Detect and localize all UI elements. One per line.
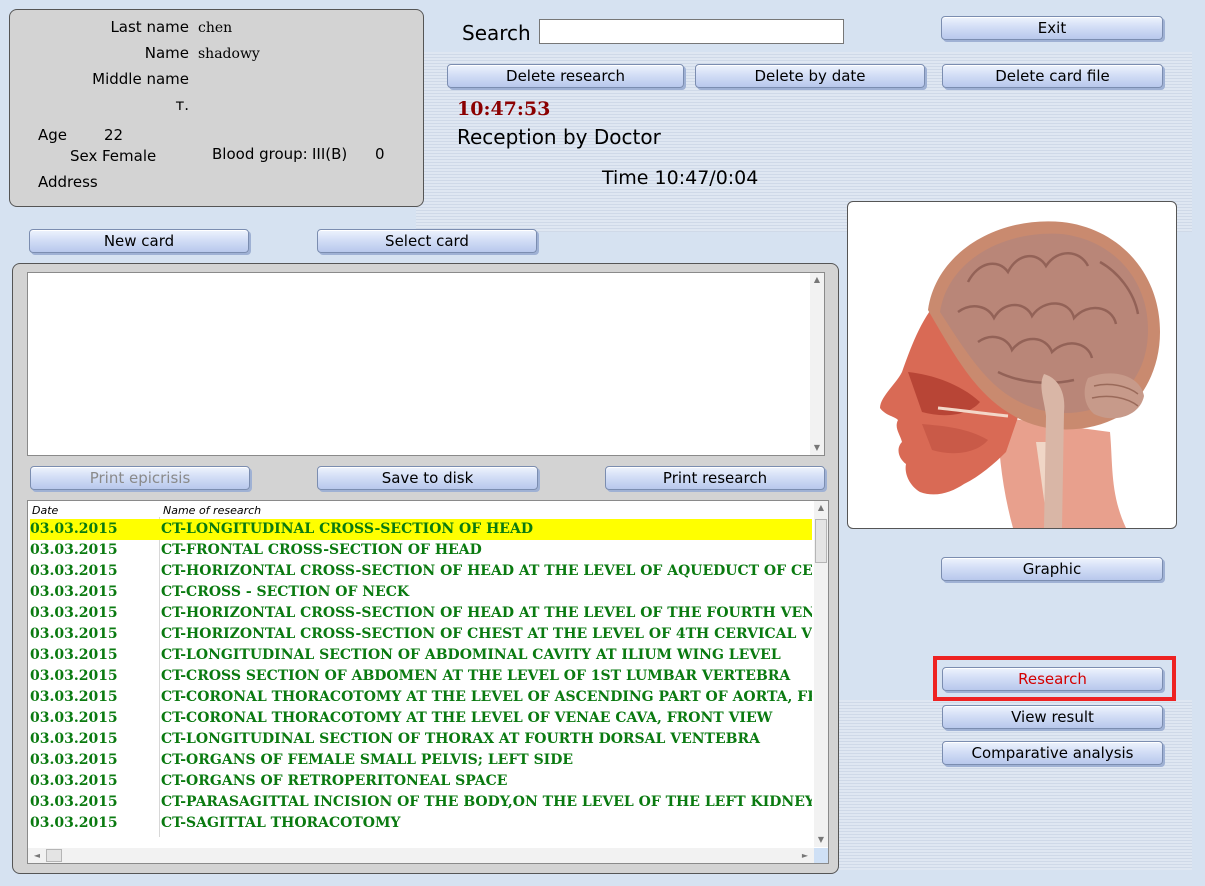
phone-label: т.	[175, 96, 189, 114]
row-date: 03.03.2015	[30, 563, 118, 579]
row-research-name: CT-SAGITTAL THORACOTOMY	[161, 815, 401, 831]
row-date: 03.03.2015	[30, 773, 118, 789]
row-research-name: CT-LONGITUDINAL CROSS-SECTION OF HEAD	[161, 521, 533, 537]
list-horizontal-scrollbar[interactable]: ◄ ►	[28, 848, 814, 863]
research-button[interactable]: Research	[942, 667, 1163, 691]
row-date: 03.03.2015	[30, 584, 118, 600]
table-row[interactable]: 03.03.2015 CT-LONGITUDINAL SECTION OF ABD…	[30, 645, 812, 666]
list-scroll-right-icon[interactable]: ►	[798, 849, 812, 863]
row-research-name: CT-HORIZONTAL CROSS-SECTION OF HEAD AT T…	[161, 563, 812, 579]
row-date: 03.03.2015	[30, 710, 118, 726]
table-row[interactable]: 03.03.2015 CT-CROSS - SECTION OF NECK	[30, 582, 812, 603]
row-research-name: CT-LONGITUDINAL SECTION OF THORAX AT FOU…	[161, 731, 760, 747]
rh-value: 0	[375, 145, 385, 163]
clock-text: 10:47:53	[457, 98, 551, 120]
list-scroll-thumb[interactable]	[815, 519, 827, 563]
row-date: 03.03.2015	[30, 626, 118, 642]
row-date: 03.03.2015	[30, 731, 118, 747]
table-row[interactable]: 03.03.2015 CT-CORONAL THORACOTOMY AT THE …	[30, 708, 812, 729]
name-value: shadowy	[198, 46, 260, 62]
row-research-name: CT-HORIZONTAL CROSS-SECTION OF CHEST AT …	[161, 626, 812, 642]
table-row[interactable]: 03.03.2015 CT-FRONTAL CROSS-SECTION OF HE…	[30, 540, 812, 561]
table-row[interactable]: 03.03.2015 CT-CROSS SECTION OF ABDOMEN AT…	[30, 666, 812, 687]
list-scroll-up-icon[interactable]: ▲	[814, 501, 828, 515]
delete-research-button[interactable]: Delete research	[447, 64, 684, 88]
sex-value: Female	[102, 147, 157, 165]
blood-group-label: Blood group:	[212, 145, 308, 163]
row-research-name: CT-HORIZONTAL CROSS-SECTION OF HEAD AT T…	[161, 605, 812, 621]
table-row[interactable]: 03.03.2015 CT-ORGANS OF RETROPERITONEAL S…	[30, 771, 812, 792]
name-label: Name	[144, 44, 189, 62]
name-column-header[interactable]: Name of research	[163, 504, 261, 517]
search-input[interactable]	[539, 19, 844, 44]
research-list[interactable]: Date Name of research 03.03.2015 CT-LONGI…	[27, 500, 829, 864]
list-scroll-left-icon[interactable]: ◄	[30, 849, 44, 863]
middle-name-label: Middle name	[92, 70, 189, 88]
anatomy-image-frame	[847, 201, 1177, 529]
row-research-name: CT-LONGITUDINAL SECTION OF ABDOMINAL CAV…	[161, 647, 781, 663]
row-date: 03.03.2015	[30, 815, 118, 831]
select-card-button[interactable]: Select card	[317, 229, 537, 253]
age-label: Age	[38, 126, 68, 144]
row-date: 03.03.2015	[30, 521, 118, 537]
table-row[interactable]: 03.03.2015 CT-LONGITUDINAL CROSS-SECTION …	[30, 519, 812, 540]
comparative-analysis-button[interactable]: Comparative analysis	[942, 741, 1163, 765]
last-name-label: Last name	[110, 18, 189, 36]
epicrisis-text-area[interactable]: ▲ ▼	[27, 272, 825, 456]
delete-by-date-button[interactable]: Delete by date	[695, 64, 925, 88]
print-epicrisis-button[interactable]: Print epicrisis	[30, 466, 250, 490]
row-date: 03.03.2015	[30, 647, 118, 663]
exit-button[interactable]: Exit	[941, 16, 1163, 40]
head-anatomy-icon	[880, 221, 1160, 528]
epicrisis-scrollbar[interactable]: ▲ ▼	[810, 273, 824, 455]
new-card-button[interactable]: New card	[29, 229, 249, 253]
table-row[interactable]: 03.03.2015 CT-HORIZONTAL CROSS-SECTION OF…	[30, 603, 812, 624]
address-label: Address	[38, 173, 98, 191]
patient-info-panel: Last name chen Name shadowy Middle name …	[9, 9, 424, 207]
blood-group-value: III(B)	[312, 145, 348, 163]
reception-status-text: Reception by Doctor	[457, 125, 661, 149]
row-research-name: CT-CORONAL THORACOTOMY AT THE LEVEL OF V…	[161, 710, 773, 726]
row-date: 03.03.2015	[30, 542, 118, 558]
table-row[interactable]: 03.03.2015 CT-SAGITTAL THORACOTOMY	[30, 813, 812, 834]
date-column-header[interactable]: Date	[32, 504, 58, 517]
list-hscroll-thumb[interactable]	[46, 849, 62, 862]
main-content-panel: ▲ ▼ Print epicrisis Save to disk Print r…	[12, 263, 839, 874]
table-row[interactable]: 03.03.2015 CT-HORIZONTAL CROSS-SECTION OF…	[30, 624, 812, 645]
table-row[interactable]: 03.03.2015 CT-HORIZONTAL CROSS-SECTION OF…	[30, 561, 812, 582]
research-rows: 03.03.2015 CT-LONGITUDINAL CROSS-SECTION …	[28, 519, 812, 839]
row-research-name: CT-ORGANS OF RETROPERITONEAL SPACE	[161, 773, 508, 789]
sex-label: Sex	[70, 147, 98, 165]
scroll-corner	[814, 848, 828, 863]
view-result-button[interactable]: View result	[942, 705, 1163, 729]
row-date: 03.03.2015	[30, 605, 118, 621]
age-value: 22	[104, 126, 124, 144]
save-to-disk-button[interactable]: Save to disk	[317, 466, 538, 490]
delete-card-file-button[interactable]: Delete card file	[942, 64, 1163, 88]
last-name-value: chen	[198, 20, 233, 36]
search-label: Search	[462, 21, 531, 45]
row-research-name: CT-CORONAL THORACOTOMY AT THE LEVEL OF A…	[161, 689, 812, 705]
table-row[interactable]: 03.03.2015 CT-LONGITUDINAL SECTION OF THO…	[30, 729, 812, 750]
row-research-name: CT-CROSS - SECTION OF NECK	[161, 584, 410, 600]
row-research-name: CT-ORGANS OF FEMALE SMALL PELVIS; LEFT S…	[161, 752, 574, 768]
row-date: 03.03.2015	[30, 668, 118, 684]
graphic-button[interactable]: Graphic	[941, 557, 1163, 581]
scroll-up-icon[interactable]: ▲	[810, 273, 824, 287]
session-time-text: Time 10:47/0:04	[602, 167, 759, 189]
row-research-name: CT-FRONTAL CROSS-SECTION OF HEAD	[161, 542, 482, 558]
row-research-name: CT-PARASAGITTAL INCISION OF THE BODY,ON …	[161, 794, 812, 810]
print-research-button[interactable]: Print research	[605, 466, 825, 490]
table-row[interactable]: 03.03.2015 CT-CORONAL THORACOTOMY AT THE …	[30, 687, 812, 708]
row-research-name: CT-CROSS SECTION OF ABDOMEN AT THE LEVEL…	[161, 668, 791, 684]
list-scroll-down-icon[interactable]: ▼	[814, 833, 828, 847]
row-date: 03.03.2015	[30, 689, 118, 705]
scroll-down-icon[interactable]: ▼	[810, 441, 824, 455]
table-row[interactable]: 03.03.2015 CT-PARASAGITTAL INCISION OF TH…	[30, 792, 812, 813]
list-vertical-scrollbar[interactable]: ▲ ▼	[814, 501, 828, 847]
row-date: 03.03.2015	[30, 794, 118, 810]
table-row[interactable]: 03.03.2015 CT-ORGANS OF FEMALE SMALL PELV…	[30, 750, 812, 771]
row-date: 03.03.2015	[30, 752, 118, 768]
